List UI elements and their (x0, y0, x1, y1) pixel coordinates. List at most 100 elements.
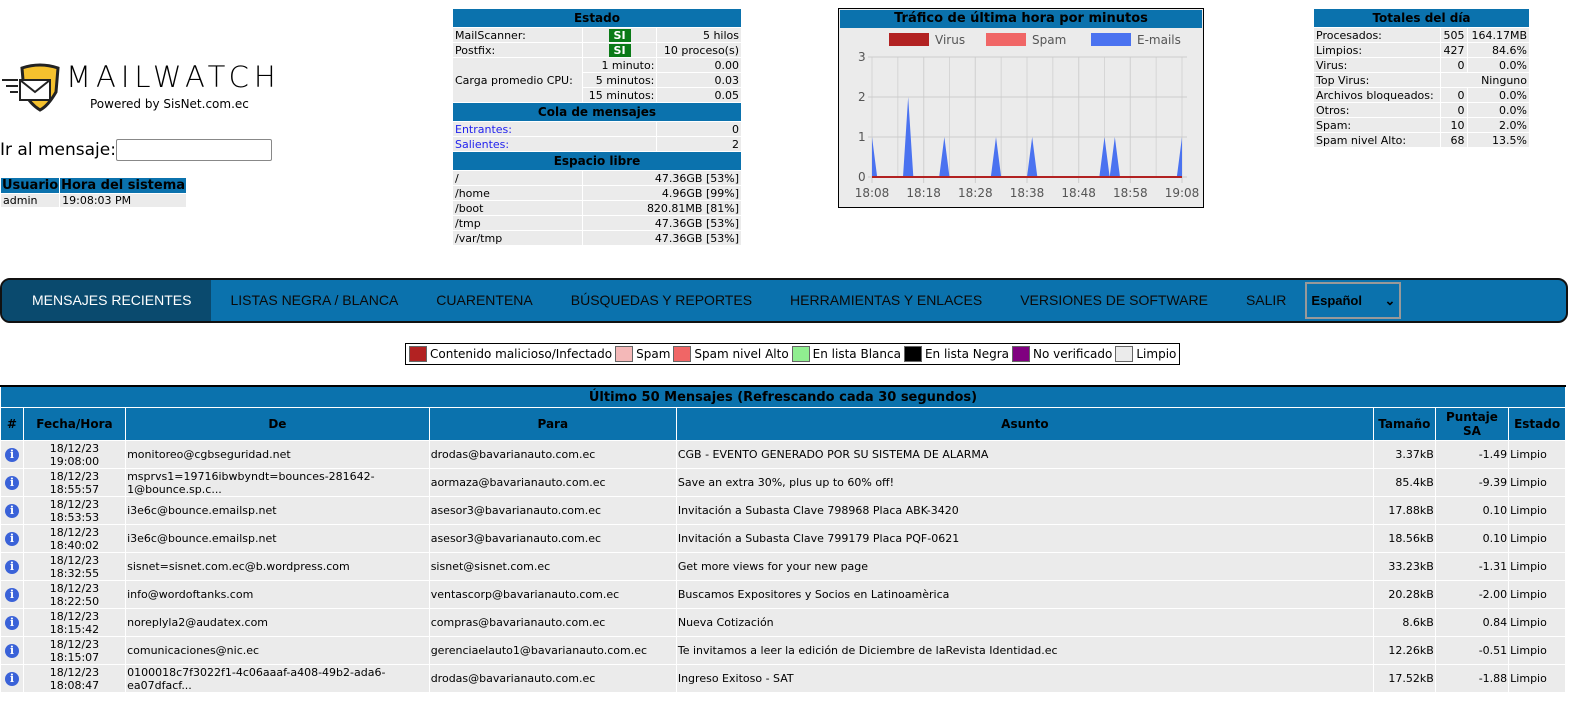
logo-text: MAILWATCH (66, 60, 281, 94)
message-to: drodas@bavarianauto.com.ec (428, 664, 677, 693)
queue-inbound-link[interactable]: Entrantes: (451, 121, 658, 137)
totales-row: Procesados: 505 164.17MB (1313, 27, 1530, 43)
message-row[interactable]: i 18/12/23 18:40:02 i3e6c@bounce.emailsp.ne… (0, 524, 1566, 553)
totales-value: 0.0% (1466, 87, 1530, 103)
disk-row: /47.36GB [53%] (452, 170, 743, 186)
col-header[interactable]: Tamaño (1372, 407, 1436, 441)
col-header[interactable]: # (0, 407, 24, 441)
totales-label: Virus: (1313, 57, 1441, 73)
system-time: 19:08:03 PM (59, 193, 188, 208)
message-from: sisnet=sisnet.com.ec@b.wordpress.com (125, 552, 430, 581)
nav-item-herramientas-y-enlaces[interactable]: HERRAMIENTAS Y ENLACES (771, 280, 1001, 321)
message-date: 18/12/23 (49, 609, 100, 623)
message-row[interactable]: i 18/12/23 18:08:47 0100018c7f3022f1-4c06aa… (0, 664, 1566, 693)
nav-item-salir[interactable]: SALIR (1227, 280, 1305, 321)
message-row[interactable]: i 18/12/23 18:55:57 msprvs1=19716ibwbyndt=b… (0, 468, 1566, 497)
message-date: 18/12/23 (49, 469, 100, 483)
info-icon[interactable]: i (4, 475, 19, 490)
message-size: 17.52kB (1372, 664, 1436, 693)
nav-item-mensajes-recientes[interactable]: MENSAJES RECIENTES (2, 280, 212, 321)
totales-label: Spam nivel Alto: (1313, 132, 1441, 148)
message-row[interactable]: i 18/12/23 18:32:55 sisnet=sisnet.com.ec@b.… (0, 552, 1566, 581)
totales-value: Ninguno (1439, 72, 1531, 88)
info-icon[interactable]: i (4, 643, 19, 658)
goto-message-input[interactable] (115, 139, 272, 161)
message-to: aormaza@bavarianauto.com.ec (428, 468, 677, 497)
queue-outbound-link[interactable]: Salientes: (451, 136, 658, 152)
col-header[interactable]: Fecha/Hora (22, 407, 127, 441)
message-date: 18/12/23 (49, 553, 100, 567)
info-icon[interactable]: i (4, 503, 19, 518)
messages-caption: Último 50 Mensajes (Refrescando cada 30 … (0, 385, 1566, 408)
message-row[interactable]: i 18/12/23 18:15:07 comunicaciones@nic.ec ge… (0, 636, 1566, 665)
col-header[interactable]: Para (428, 407, 677, 441)
totales-row: Spam nivel Alto: 68 13.5% (1313, 132, 1530, 148)
message-subject: Te invitamos a leer la edición de Diciem… (675, 636, 1374, 665)
col-header[interactable]: De (125, 407, 430, 441)
powered-by: Powered by SisNet.com.ec (90, 97, 249, 111)
message-to: gerenciaelauto1@bavarianauto.com.ec (428, 636, 677, 665)
legend-label: En lista Blanca (812, 347, 901, 361)
chart-legend-swatch (1091, 33, 1131, 46)
message-to: asesor3@bavarianauto.com.ec (428, 524, 677, 553)
totales-count: 68 (1439, 132, 1468, 148)
x-tick-label: 18:48 (1061, 186, 1096, 200)
message-score: -9.39 (1434, 468, 1510, 497)
nav-item-cuarentena[interactable]: CUARENTENA (417, 280, 551, 321)
col-usuario: Usuario (0, 177, 61, 194)
disk-free: 47.36GB [53%] (581, 170, 743, 186)
y-tick-label: 2 (858, 90, 866, 104)
message-score: -1.49 (1434, 440, 1510, 469)
queue-title: Cola de mensajes (452, 102, 742, 122)
totales-value: 84.6% (1466, 42, 1530, 58)
language-select[interactable]: Español ⌄ (1305, 282, 1402, 319)
message-row[interactable]: i 18/12/23 18:22:50 info@wordoftanks.com ven… (0, 580, 1566, 609)
nav-item-búsquedas-y-reportes[interactable]: BÚSQUEDAS Y REPORTES (552, 280, 771, 321)
totales-row: Archivos bloqueados: 0 0.0% (1313, 87, 1530, 103)
messages-table: Último 50 Mensajes (Refrescando cada 30 … (0, 385, 1566, 693)
y-tick-label: 0 (858, 170, 866, 184)
cpu-5m-value: 0.03 (656, 72, 742, 88)
message-from: msprvs1=19716ibwbyndt=bounces-281642-1@b… (125, 468, 430, 497)
totales-count: 0 (1439, 102, 1468, 118)
totales-label: Archivos bloqueados: (1313, 87, 1441, 103)
message-row[interactable]: i 18/12/23 18:15:42 noreplyla2@audatex.com c… (0, 608, 1566, 637)
totales-label: Top Virus: (1313, 72, 1441, 88)
disk-free: 47.36GB [53%] (581, 230, 743, 246)
totales-count: 10 (1439, 117, 1468, 133)
col-header[interactable]: Puntaje SA (1434, 407, 1510, 441)
message-score: -1.31 (1434, 552, 1510, 581)
traffic-chart: Tráfico de última hora por minutos Virus… (838, 8, 1204, 208)
info-icon[interactable]: i (4, 587, 19, 602)
totales-value: 13.5% (1466, 132, 1530, 148)
info-icon[interactable]: i (4, 671, 19, 686)
totales-count: 427 (1439, 42, 1468, 58)
message-size: 8.6kB (1372, 608, 1436, 637)
info-icon[interactable]: i (4, 615, 19, 630)
message-time: 18:22:50 (49, 594, 100, 608)
nav-item-versiones-de-software[interactable]: VERSIONES DE SOFTWARE (1001, 280, 1227, 321)
cpu-15m-label: 15 minutos: (581, 87, 658, 103)
legend-label: Spam (636, 347, 671, 361)
info-icon[interactable]: i (4, 559, 19, 574)
postfix-value: 10 proceso(s) (656, 42, 742, 58)
totales-value: 0.0% (1466, 102, 1530, 118)
message-row[interactable]: i 18/12/23 19:08:00 monitoreo@cgbseguridad.… (0, 440, 1566, 469)
legend-swatch (791, 346, 810, 362)
disk-path: /tmp (452, 215, 583, 231)
message-to: sisnet@sisnet.com.ec (428, 552, 677, 581)
message-to: ventascorp@bavarianauto.com.ec (428, 580, 677, 609)
message-score: -0.51 (1434, 636, 1510, 665)
nav-item-listas-negra-blanca[interactable]: LISTAS NEGRA / BLANCA (211, 280, 417, 321)
disk-free: 4.96GB [99%] (581, 185, 743, 201)
message-date: 18/12/23 (49, 525, 100, 539)
message-time: 18:53:53 (49, 510, 100, 524)
totales-value: 2.0% (1466, 117, 1530, 133)
info-icon[interactable]: i (4, 447, 19, 462)
col-header[interactable]: Asunto (675, 407, 1374, 441)
info-icon[interactable]: i (4, 531, 19, 546)
message-score: -1.88 (1434, 664, 1510, 693)
estado-panel: Estado MailScanner: SI 5 hilos Postfix: SI 1… (451, 8, 743, 246)
message-row[interactable]: i 18/12/23 18:53:53 i3e6c@bounce.emailsp.ne… (0, 496, 1566, 525)
col-header[interactable]: Estado (1508, 407, 1566, 441)
